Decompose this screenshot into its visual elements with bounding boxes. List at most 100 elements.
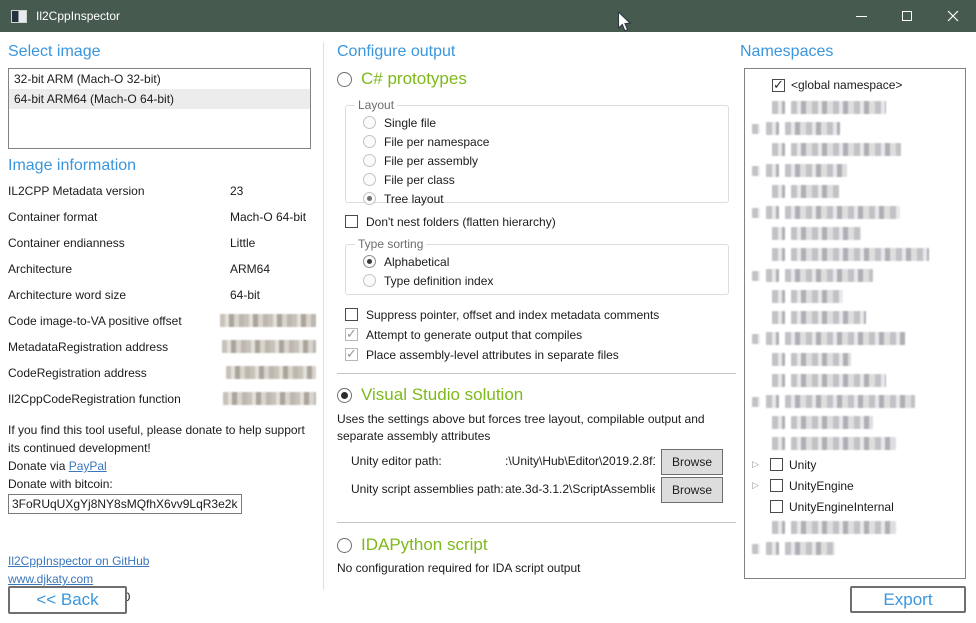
checkbox-icon[interactable] (770, 479, 783, 492)
info-row: CodeRegistration address (8, 366, 316, 392)
radio-icon (363, 173, 376, 186)
radio-label: Visual Studio solution (361, 385, 523, 405)
radio-type-definition-index[interactable]: Type definition index (354, 271, 720, 290)
radio-icon (363, 255, 376, 268)
layout-group-label: Layout (355, 98, 397, 112)
titlebar: Il2CppInspector (0, 0, 976, 32)
redacted-value (223, 392, 316, 405)
radio-icon (337, 72, 352, 87)
info-label: Architecture word size (8, 288, 230, 314)
radio-label: File per class (384, 173, 455, 187)
info-value: Mach-O 64-bit (230, 210, 306, 236)
namespace-item-redacted[interactable] (745, 223, 965, 244)
info-value: ARM64 (230, 262, 270, 288)
image-info-header: Image information (8, 157, 136, 175)
namespace-item-redacted[interactable] (745, 433, 965, 454)
website-link[interactable]: www.djkaty.com (8, 572, 93, 586)
radio-file-per-namespace[interactable]: File per namespace (354, 132, 720, 151)
back-button[interactable]: << Back (8, 586, 127, 614)
info-label: Container format (8, 210, 230, 236)
expander-icon[interactable]: ▷ (752, 459, 764, 470)
maximize-button[interactable] (884, 0, 930, 32)
minimize-button[interactable] (838, 0, 884, 32)
namespace-item-unityengine[interactable]: ▷ UnityEngine (745, 475, 965, 496)
mouse-cursor (617, 11, 632, 33)
checkbox-icon (345, 308, 358, 321)
namespace-item-redacted[interactable] (745, 328, 965, 349)
namespace-item-redacted[interactable] (745, 97, 965, 118)
radio-label: File per namespace (384, 135, 489, 149)
checkbox-label: Don't nest folders (flatten hierarchy) (366, 215, 556, 229)
namespace-item-redacted[interactable] (745, 307, 965, 328)
radio-single-file[interactable]: Single file (354, 113, 720, 132)
close-button[interactable] (930, 0, 976, 32)
radio-tree-layout[interactable]: Tree layout (354, 189, 720, 208)
donate-block: If you find this tool useful, please don… (8, 421, 314, 514)
namespaces-listbox: ✓ <global namespace> ▷ (744, 68, 966, 579)
namespace-item-redacted[interactable] (745, 139, 965, 160)
namespace-item-redacted[interactable] (745, 538, 965, 559)
namespace-item-redacted[interactable] (745, 349, 965, 370)
namespace-item-redacted[interactable] (745, 265, 965, 286)
expander-icon[interactable]: ▷ (752, 480, 764, 491)
info-row: Container formatMach-O 64-bit (8, 210, 316, 236)
radio-alphabetical[interactable]: Alphabetical (354, 252, 720, 271)
checkbox-icon[interactable]: ✓ (772, 79, 785, 92)
radio-label: IDAPython script (361, 535, 488, 555)
radio-file-per-class[interactable]: File per class (354, 170, 720, 189)
configure-output-header: Configure output (337, 43, 455, 61)
radio-visual-studio-solution[interactable]: Visual Studio solution (337, 384, 523, 406)
radio-label: Type definition index (384, 274, 493, 288)
radio-csharp-prototypes[interactable]: C# prototypes (337, 68, 467, 90)
checkbox-icon[interactable] (770, 500, 783, 513)
section-divider (337, 522, 736, 523)
namespace-item-unity[interactable]: ▷ Unity (745, 454, 965, 475)
redacted-value (220, 314, 316, 327)
namespace-item-redacted[interactable] (745, 181, 965, 202)
donate-bitcoin-label: Donate with bitcoin: (8, 475, 314, 493)
unity-assemblies-browse-button[interactable]: Browse (661, 477, 723, 503)
donate-message: If you find this tool useful, please don… (8, 421, 314, 457)
radio-file-per-assembly[interactable]: File per assembly (354, 151, 720, 170)
namespace-item-redacted[interactable] (745, 370, 965, 391)
checkbox-assembly-attributes[interactable]: ✓ Place assembly-level attributes in sep… (345, 345, 619, 364)
namespace-item-global[interactable]: ✓ <global namespace> (745, 73, 965, 97)
bitcoin-address-input[interactable] (8, 494, 242, 514)
github-link[interactable]: Il2CppInspector on GitHub (8, 554, 149, 568)
namespace-item-redacted[interactable] (745, 286, 965, 307)
namespace-item-redacted[interactable] (745, 202, 965, 223)
paypal-link[interactable]: PayPal (69, 459, 107, 473)
image-listbox: 32-bit ARM (Mach-O 32-bit) 64-bit ARM64 … (8, 68, 311, 149)
info-row: IL2CPP Metadata version23 (8, 184, 316, 210)
export-button[interactable]: Export (850, 586, 966, 613)
image-list-item-selected[interactable]: 64-bit ARM64 (Mach-O 64-bit) (9, 89, 310, 109)
namespace-label: Unity (789, 458, 816, 472)
namespace-item-redacted[interactable] (745, 118, 965, 139)
donate-paypal-line: Donate via PayPal (8, 457, 314, 475)
info-row: Container endiannessLittle (8, 236, 316, 262)
info-label: Il2CppCodeRegistration function (8, 392, 223, 418)
checkbox-icon: ✓ (345, 328, 358, 341)
checkbox-suppress-comments[interactable]: Suppress pointer, offset and index metad… (345, 305, 659, 324)
namespace-item-redacted[interactable] (745, 244, 965, 265)
info-row: Il2CppCodeRegistration function (8, 392, 316, 418)
radio-icon (363, 116, 376, 129)
radio-idapython-script[interactable]: IDAPython script (337, 534, 488, 556)
checkbox-compilable-output[interactable]: ✓ Attempt to generate output that compil… (345, 325, 582, 344)
checkbox-flatten-hierarchy[interactable]: Don't nest folders (flatten hierarchy) (345, 212, 556, 231)
radio-label: File per assembly (384, 154, 478, 168)
image-list-item[interactable]: 32-bit ARM (Mach-O 32-bit) (9, 69, 310, 89)
namespace-item-redacted[interactable] (745, 517, 965, 538)
radio-icon (363, 154, 376, 167)
namespace-item-redacted[interactable] (745, 391, 965, 412)
redacted-value (226, 366, 316, 379)
namespace-item-redacted[interactable] (745, 160, 965, 181)
namespace-item-redacted[interactable] (745, 412, 965, 433)
info-label: IL2CPP Metadata version (8, 184, 230, 210)
namespace-item-unityengineinternal[interactable]: UnityEngineInternal (745, 496, 965, 517)
unity-editor-browse-button[interactable]: Browse (661, 449, 723, 475)
info-value: 64-bit (230, 288, 260, 314)
checkbox-icon[interactable] (770, 458, 783, 471)
checkbox-icon (345, 215, 358, 228)
unity-editor-path-label: Unity editor path: (351, 454, 442, 468)
